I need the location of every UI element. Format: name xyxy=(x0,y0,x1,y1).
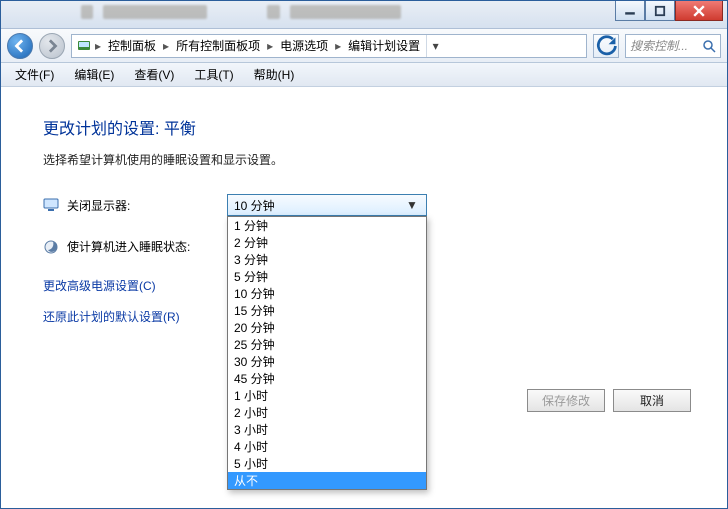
moon-icon xyxy=(43,239,59,255)
monitor-icon xyxy=(43,197,59,213)
dropdown-item[interactable]: 10 分钟 xyxy=(228,285,426,302)
titlebar-blur xyxy=(81,5,401,23)
display-off-combo[interactable]: 10 分钟 ▼ 1 分钟2 分钟3 分钟5 分钟10 分钟15 分钟20 分钟2… xyxy=(227,194,427,216)
breadcrumb-sep: ▸ xyxy=(162,39,170,53)
button-row: 保存修改 取消 xyxy=(527,389,691,412)
search-icon xyxy=(702,39,716,53)
dropdown-item[interactable]: 5 小时 xyxy=(228,455,426,472)
breadcrumb-sep: ▸ xyxy=(334,39,342,53)
dropdown-item[interactable]: 3 分钟 xyxy=(228,251,426,268)
breadcrumb-sep: ▸ xyxy=(266,39,274,53)
dropdown-item[interactable]: 3 小时 xyxy=(228,421,426,438)
window: ▸ 控制面板 ▸ 所有控制面板项 ▸ 电源选项 ▸ 编辑计划设置 ▾ 搜索控制.… xyxy=(0,0,728,509)
breadcrumb-item[interactable]: 所有控制面板项 xyxy=(172,35,264,56)
save-button[interactable]: 保存修改 xyxy=(527,389,605,412)
address-dropdown[interactable]: ▾ xyxy=(426,35,444,57)
breadcrumb-item[interactable]: 电源选项 xyxy=(276,35,332,56)
dropdown-item[interactable]: 45 分钟 xyxy=(228,370,426,387)
minimize-button[interactable] xyxy=(615,1,645,21)
address-bar[interactable]: ▸ 控制面板 ▸ 所有控制面板项 ▸ 电源选项 ▸ 编辑计划设置 ▾ xyxy=(71,34,587,58)
menu-bar: 文件(F) 编辑(E) 查看(V) 工具(T) 帮助(H) xyxy=(1,63,727,87)
forward-button[interactable] xyxy=(39,33,65,59)
back-button[interactable] xyxy=(7,33,33,59)
close-button[interactable] xyxy=(675,1,723,21)
breadcrumb-item[interactable]: 编辑计划设置 xyxy=(344,35,424,56)
titlebar xyxy=(1,1,727,29)
page-title: 更改计划的设置: 平衡 xyxy=(43,115,685,139)
menu-view[interactable]: 查看(V) xyxy=(126,64,182,85)
combo-box[interactable]: 10 分钟 ▼ xyxy=(227,194,427,216)
dropdown-item[interactable]: 1 分钟 xyxy=(228,217,426,234)
content: 更改计划的设置: 平衡 选择希望计算机使用的睡眠设置和显示设置。 关闭显示器: … xyxy=(1,87,727,508)
search-placeholder: 搜索控制... xyxy=(630,37,688,54)
menu-tools[interactable]: 工具(T) xyxy=(186,64,241,85)
control-panel-icon xyxy=(76,38,92,54)
search-input[interactable]: 搜索控制... xyxy=(625,34,721,58)
breadcrumb-item[interactable]: 控制面板 xyxy=(104,35,160,56)
dropdown-item[interactable]: 15 分钟 xyxy=(228,302,426,319)
dropdown-list[interactable]: 1 分钟2 分钟3 分钟5 分钟10 分钟15 分钟20 分钟25 分钟30 分… xyxy=(227,216,427,490)
combo-value: 10 分钟 xyxy=(234,197,275,214)
dropdown-item[interactable]: 从不 xyxy=(228,472,426,489)
dropdown-item[interactable]: 4 小时 xyxy=(228,438,426,455)
cancel-button[interactable]: 取消 xyxy=(613,389,691,412)
dropdown-item[interactable]: 30 分钟 xyxy=(228,353,426,370)
display-off-label: 关闭显示器: xyxy=(67,197,227,214)
maximize-button[interactable] xyxy=(645,1,675,21)
dropdown-item[interactable]: 20 分钟 xyxy=(228,319,426,336)
menu-file[interactable]: 文件(F) xyxy=(7,64,62,85)
row-display-off: 关闭显示器: 10 分钟 ▼ 1 分钟2 分钟3 分钟5 分钟10 分钟15 分… xyxy=(43,194,685,216)
menu-edit[interactable]: 编辑(E) xyxy=(66,64,122,85)
page-subtitle: 选择希望计算机使用的睡眠设置和显示设置。 xyxy=(43,151,685,168)
window-buttons xyxy=(615,1,723,21)
menu-help[interactable]: 帮助(H) xyxy=(246,64,303,85)
dropdown-item[interactable]: 1 小时 xyxy=(228,387,426,404)
chevron-down-icon: ▼ xyxy=(404,196,420,214)
nav-row: ▸ 控制面板 ▸ 所有控制面板项 ▸ 电源选项 ▸ 编辑计划设置 ▾ 搜索控制.… xyxy=(1,29,727,63)
sleep-label: 使计算机进入睡眠状态: xyxy=(67,238,227,255)
breadcrumb-sep: ▸ xyxy=(94,39,102,53)
dropdown-item[interactable]: 2 小时 xyxy=(228,404,426,421)
dropdown-item[interactable]: 25 分钟 xyxy=(228,336,426,353)
refresh-button[interactable] xyxy=(593,34,619,58)
dropdown-item[interactable]: 5 分钟 xyxy=(228,268,426,285)
dropdown-item[interactable]: 2 分钟 xyxy=(228,234,426,251)
